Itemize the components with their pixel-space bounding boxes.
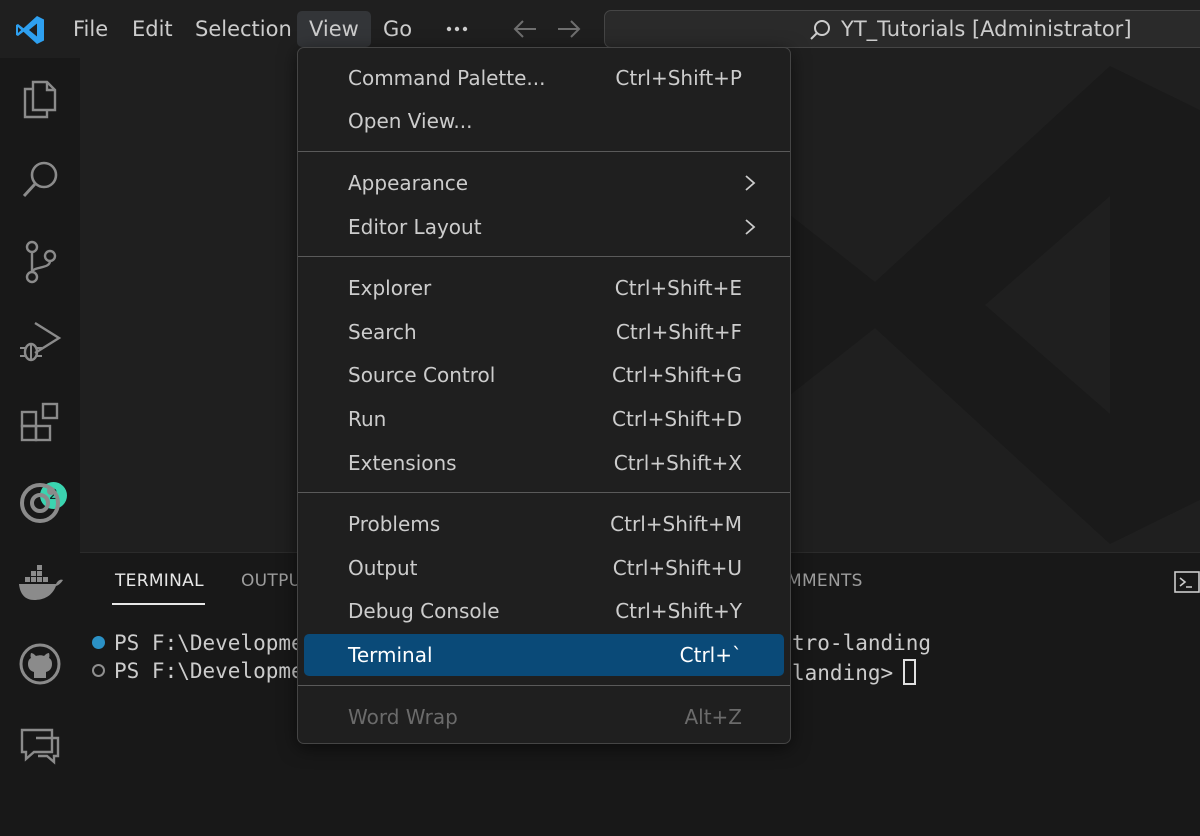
menu-item-search[interactable]: Search Ctrl+Shift+F [304,312,784,352]
menu-item-shortcut: Alt+Z [684,705,742,729]
menu-item-shortcut: Ctrl+Shift+Y [615,599,742,623]
menu-selection[interactable]: Selection [183,11,304,47]
menu-item-shortcut: Ctrl+` [679,643,742,667]
menu-item-label: Terminal [348,643,433,667]
menu-item-label: Run [348,407,387,431]
menu-item-label: Extensions [348,451,457,475]
terminal-status-dot-empty [92,664,105,677]
menu-item-command-palette[interactable]: Command Palette... Ctrl+Shift+P [304,58,784,98]
menu-item-run[interactable]: Run Ctrl+Shift+D [304,399,784,439]
menu-item-extensions[interactable]: Extensions Ctrl+Shift+X [304,443,784,483]
back-arrow-icon[interactable] [510,16,540,42]
menu-edit[interactable]: Edit [120,11,185,47]
menu-item-shortcut: Ctrl+Shift+G [611,363,742,387]
more-menu-icon[interactable] [440,11,474,47]
source-control-icon[interactable] [14,236,66,288]
menu-item-appearance[interactable]: Appearance [304,163,784,203]
menu-separator [298,151,790,152]
search-title: YT_Tutorials [Administrator] [841,17,1132,41]
menu-item-shortcut: Ctrl+Shift+E [614,276,742,300]
menu-item-debug-console[interactable]: Debug Console Ctrl+Shift+Y [304,591,784,631]
terminal-line-2: PS F:\Developme [114,659,304,683]
menu-item-label: Source Control [348,363,496,387]
menu-item-shortcut: Ctrl+Shift+F [615,320,742,344]
menu-item-label: Debug Console [348,599,500,623]
activity-bar: 2 [0,58,80,836]
menu-item-label: Open View... [348,109,473,133]
command-center-search[interactable]: YT_Tutorials [Administrator] [604,10,1200,48]
menu-item-label: Search [348,320,417,344]
menu-item-source-control[interactable]: Source Control Ctrl+Shift+G [304,355,784,395]
menu-item-shortcut: Ctrl+Shift+U [612,556,742,580]
vscode-logo-icon[interactable] [14,14,46,46]
menu-item-label: Explorer [348,276,432,300]
menu-item-label: Appearance [348,171,469,195]
menu-item-explorer[interactable]: Explorer Ctrl+Shift+E [304,268,784,308]
menu-item-open-view[interactable]: Open View... [304,101,784,141]
menu-item-shortcut: Ctrl+Shift+P [615,66,742,90]
active-tab-indicator [112,603,205,605]
terminal-shell-icon[interactable] [1174,569,1200,595]
menu-view[interactable]: View [297,11,371,47]
menu-item-output[interactable]: Output Ctrl+Shift+U [304,548,784,588]
menu-separator [298,492,790,493]
remote-explorer-icon[interactable] [14,477,66,529]
menu-separator [298,685,790,686]
tab-comments[interactable]: MMENTS [787,571,863,591]
menu-item-label: Word Wrap [348,705,458,729]
menu-item-shortcut: Ctrl+Shift+M [610,512,742,536]
github-icon[interactable] [14,638,66,690]
terminal-cursor [903,659,917,685]
menu-item-editor-layout[interactable]: Editor Layout [304,207,784,247]
terminal-prompt[interactable]: landing> [792,659,917,685]
menu-file[interactable]: File [61,11,120,47]
run-debug-icon[interactable] [14,316,66,368]
search-activity-icon[interactable] [14,154,66,206]
menu-item-label: Command Palette... [348,66,546,90]
vscode-watermark-icon [780,66,1200,544]
menu-item-terminal[interactable]: Terminal Ctrl+` [304,634,784,676]
menu-go[interactable]: Go [371,11,424,47]
menu-separator [298,256,790,257]
tab-terminal[interactable]: TERMINAL [115,571,204,591]
chevron-right-icon [745,219,756,235]
view-menu-dropdown: Command Palette... Ctrl+Shift+P Open Vie… [297,47,791,744]
files-icon[interactable] [14,72,66,124]
terminal-line-1: PS F:\Developme [114,631,304,655]
menu-item-label: Editor Layout [348,215,482,239]
menu-item-shortcut: Ctrl+Shift+D [612,407,742,431]
tab-output[interactable]: OUTPU [241,571,301,591]
menu-item-word-wrap: Word Wrap Alt+Z [304,697,784,737]
menu-item-problems[interactable]: Problems Ctrl+Shift+M [304,504,784,544]
forward-arrow-icon[interactable] [554,16,584,42]
chevron-right-icon [745,175,756,191]
menu-item-label: Problems [348,512,441,536]
extensions-icon[interactable] [14,398,66,450]
menu-item-label: Output [348,556,418,580]
terminal-line-1-end: tro-landing [792,631,932,655]
comments-icon[interactable] [14,718,66,770]
terminal-status-dot [92,636,105,649]
terminal-line-2-end: landing> [792,661,894,685]
docker-icon[interactable] [14,558,66,610]
menu-item-shortcut: Ctrl+Shift+X [613,451,742,475]
search-icon [810,20,830,40]
